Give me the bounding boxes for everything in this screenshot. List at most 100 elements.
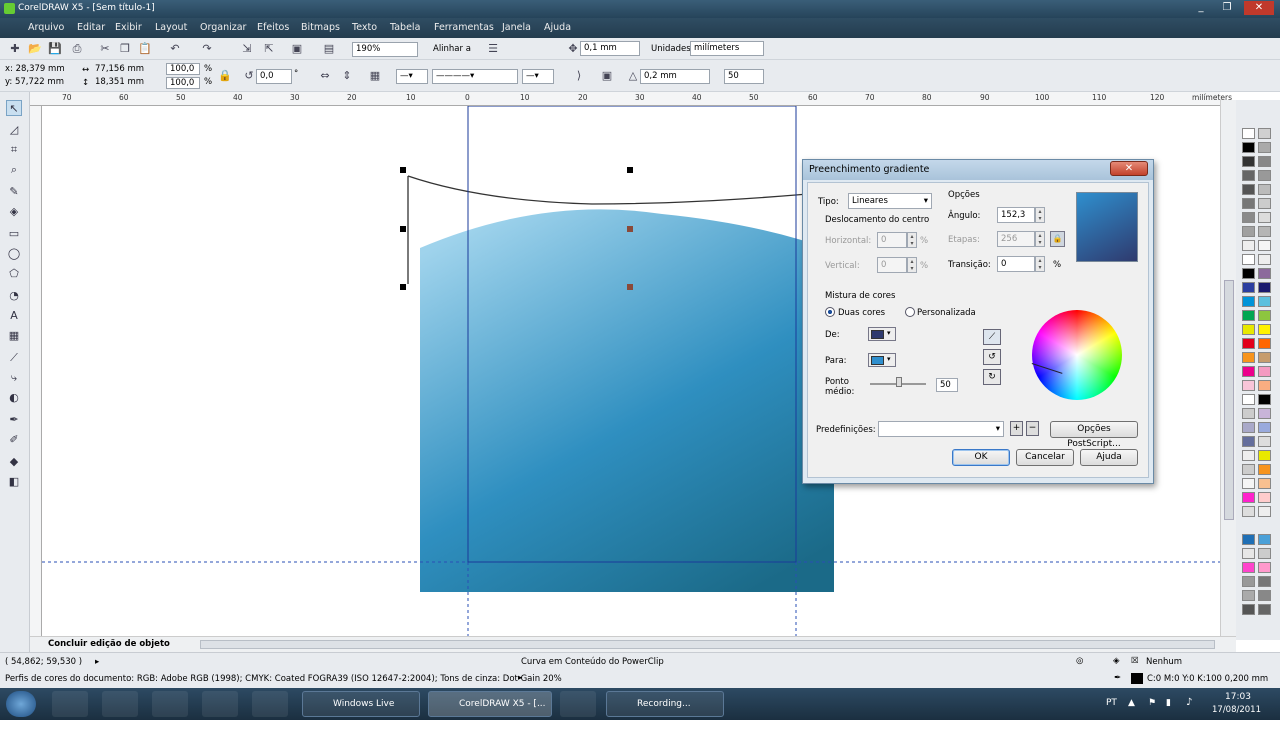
- freehand-tool-icon[interactable]: ✎: [6, 184, 22, 200]
- scale-x-field[interactable]: 100,0: [166, 63, 200, 75]
- scale-y-field[interactable]: 100,0: [166, 77, 200, 89]
- counterclockwise-path-icon[interactable]: ↺: [983, 349, 1001, 365]
- from-color-picker[interactable]: ▾: [868, 327, 896, 341]
- color-swatch[interactable]: [1258, 170, 1271, 181]
- network-icon[interactable]: ▮: [1166, 698, 1171, 708]
- taskbar-recording[interactable]: Recording...: [606, 691, 724, 717]
- vertical-scrollbar[interactable]: [1220, 100, 1236, 636]
- wrap-text-icon[interactable]: ▦: [368, 69, 382, 83]
- color-swatch[interactable]: [1258, 548, 1271, 559]
- to-front-icon[interactable]: ▣: [600, 69, 614, 83]
- presets-select[interactable]: ▾: [878, 421, 1004, 437]
- menu-layout[interactable]: Layout: [155, 22, 187, 33]
- color-swatch[interactable]: [1242, 282, 1255, 293]
- end-arrow-select[interactable]: —▾: [522, 69, 554, 84]
- color-swatch[interactable]: [1242, 324, 1255, 335]
- paste-icon[interactable]: 📋: [138, 42, 152, 56]
- midpoint-field[interactable]: 50: [936, 378, 958, 392]
- horizontal-field[interactable]: 0: [877, 232, 907, 248]
- selection-handle[interactable]: [627, 167, 633, 173]
- rectangle-tool-icon[interactable]: ▭: [6, 226, 22, 242]
- color-swatch[interactable]: [1258, 268, 1271, 279]
- color-swatch[interactable]: [1258, 604, 1271, 615]
- steps-field[interactable]: 256: [997, 231, 1035, 247]
- add-preset-icon[interactable]: +: [1010, 421, 1023, 436]
- postscript-options-button[interactable]: Opções PostScript...: [1050, 421, 1138, 449]
- color-swatch[interactable]: [1242, 492, 1255, 503]
- color-swatch[interactable]: [1242, 268, 1255, 279]
- steps-spinner[interactable]: ▴ ▾: [1035, 231, 1045, 247]
- save-icon[interactable]: 💾: [48, 42, 62, 56]
- outline-tool-icon[interactable]: ✐: [6, 432, 22, 448]
- taskbar-coreldraw[interactable]: CorelDRAW X5 - [...: [428, 691, 552, 717]
- tray-arrow-icon[interactable]: ▲: [1128, 698, 1135, 708]
- color-swatch[interactable]: [1242, 478, 1255, 489]
- color-swatch[interactable]: [1242, 310, 1255, 321]
- edited-curve[interactable]: [407, 175, 843, 205]
- color-swatch-none[interactable]: [1242, 128, 1255, 139]
- clock-date[interactable]: 17/08/2011: [1212, 705, 1261, 715]
- color-swatch[interactable]: [1258, 394, 1271, 405]
- rotation-field[interactable]: 0,0: [256, 69, 292, 84]
- dimension-tool-icon[interactable]: ⟋: [6, 350, 22, 366]
- eyedropper-tool-icon[interactable]: ✒: [6, 412, 22, 428]
- color-swatch[interactable]: [1242, 548, 1255, 559]
- polygon-tool-icon[interactable]: ⬠: [6, 266, 22, 282]
- color-swatch[interactable]: [1258, 478, 1271, 489]
- close-curve-icon[interactable]: ⟩: [572, 69, 586, 83]
- scroll-thumb[interactable]: [1224, 280, 1234, 520]
- explorer-icon[interactable]: [202, 691, 238, 717]
- color-swatch[interactable]: [1258, 506, 1271, 517]
- minimize-button[interactable]: _: [1190, 1, 1212, 15]
- open-icon[interactable]: 📂: [28, 42, 42, 56]
- connector-tool-icon[interactable]: ⤷: [6, 370, 22, 386]
- profile-arrow-icon[interactable]: ▸: [518, 673, 522, 683]
- menu-texto[interactable]: Texto: [352, 22, 377, 33]
- color-swatch[interactable]: [1258, 310, 1271, 321]
- shape-tool-icon[interactable]: ◿: [6, 122, 22, 138]
- menu-organizar[interactable]: Organizar: [200, 22, 246, 33]
- smoothing-field[interactable]: 50: [724, 69, 764, 84]
- export-icon[interactable]: ⇱: [262, 42, 276, 56]
- basic-shapes-icon[interactable]: ◔: [6, 288, 22, 304]
- taskbar-windows-live[interactable]: Windows Live Me...: [302, 691, 420, 733]
- media-player-icon[interactable]: [252, 691, 288, 717]
- zoom-tool-icon[interactable]: ⌕: [6, 162, 22, 178]
- gradient-preview[interactable]: [1076, 192, 1138, 262]
- start-arrow-select[interactable]: —▾: [396, 69, 428, 84]
- fill-tool-icon[interactable]: ◆: [6, 454, 22, 470]
- menu-tabela[interactable]: Tabela: [390, 22, 420, 33]
- transition-spinner[interactable]: ▴ ▾: [1035, 256, 1045, 272]
- color-swatch[interactable]: [1242, 240, 1255, 251]
- menu-ferramentas[interactable]: Ferramentas: [434, 22, 494, 33]
- pick-tool-icon[interactable]: ↖: [6, 100, 22, 116]
- center-handle[interactable]: [627, 226, 633, 232]
- to-color-picker[interactable]: ▾: [868, 353, 896, 367]
- color-swatch[interactable]: [1258, 366, 1271, 377]
- color-swatch[interactable]: [1258, 338, 1271, 349]
- direct-path-icon[interactable]: ⟋: [983, 329, 1001, 345]
- units-select[interactable]: milímeters: [690, 41, 764, 56]
- print-icon[interactable]: ⎙: [70, 42, 84, 56]
- horizontal-ruler[interactable]: 70 60 50 40 30 20 10 0 10 20 30 40 50 60…: [30, 92, 1232, 106]
- crop-tool-icon[interactable]: ⌗: [6, 142, 22, 158]
- color-swatch[interactable]: [1258, 226, 1271, 237]
- color-swatch[interactable]: [1258, 142, 1271, 153]
- color-swatch[interactable]: [1242, 408, 1255, 419]
- type-select[interactable]: Lineares ▾: [848, 193, 932, 209]
- color-swatch[interactable]: [1242, 562, 1255, 573]
- selection-handle[interactable]: [627, 284, 633, 290]
- help-button[interactable]: Ajuda: [1080, 449, 1138, 466]
- clockwise-path-icon[interactable]: ↻: [983, 369, 1001, 385]
- table-tool-icon[interactable]: ▦: [6, 328, 22, 344]
- color-swatch[interactable]: [1242, 506, 1255, 517]
- text-tool-icon[interactable]: A: [6, 308, 22, 324]
- color-swatch[interactable]: [1258, 352, 1271, 363]
- color-swatch[interactable]: [1258, 240, 1271, 251]
- color-swatch[interactable]: [1258, 254, 1271, 265]
- color-swatch[interactable]: [1242, 170, 1255, 181]
- color-swatch[interactable]: [1258, 492, 1271, 503]
- menu-ajuda[interactable]: Ajuda: [544, 22, 571, 33]
- menu-janela[interactable]: Janela: [502, 22, 531, 33]
- y-position[interactable]: y: 57,722 mm: [5, 77, 64, 87]
